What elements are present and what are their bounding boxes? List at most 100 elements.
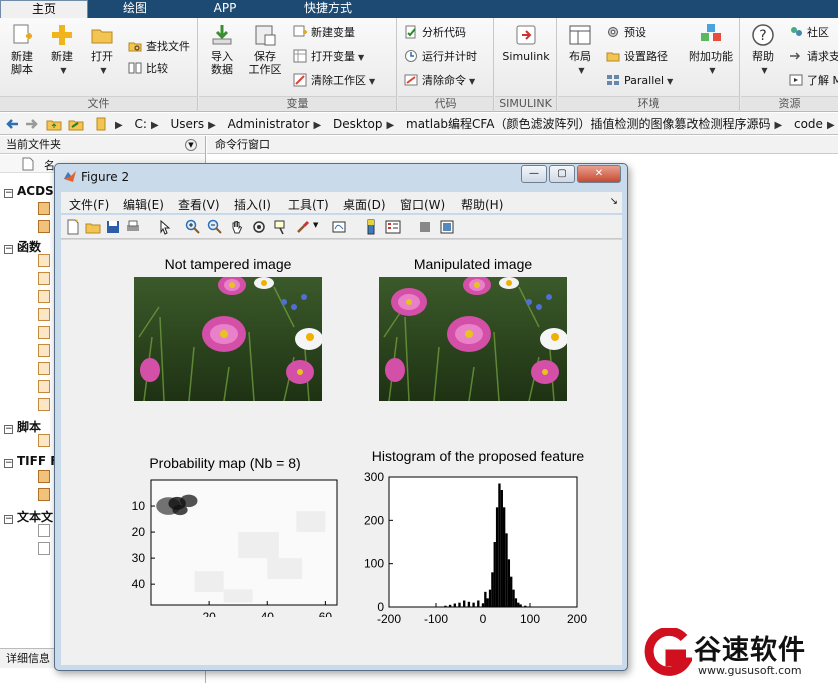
back-arrow-icon[interactable]	[4, 116, 20, 132]
up-folder-icon[interactable]	[46, 116, 62, 132]
clear-workspace-button[interactable]: 清除工作区 ▼	[293, 72, 375, 90]
request-support-button[interactable]: 请求支	[789, 48, 838, 66]
histogram-bar	[507, 559, 511, 607]
close-button[interactable]: ✕	[577, 165, 621, 183]
layout-button[interactable]: 布局 ▼	[562, 22, 598, 77]
m-file-icon[interactable]	[38, 326, 50, 339]
m-file-icon[interactable]	[38, 254, 50, 267]
brush-icon[interactable]	[295, 219, 311, 235]
community-button[interactable]: 社区	[789, 24, 829, 42]
new-script-button[interactable]: 新建 脚本	[4, 22, 40, 76]
open-button[interactable]: 打开 ▼	[84, 22, 120, 77]
m-file-icon[interactable]	[38, 398, 50, 411]
panel-menu-icon[interactable]: ▼	[185, 139, 197, 151]
compare-button[interactable]: 比较	[128, 60, 168, 78]
import-data-button[interactable]: 导入 数据	[205, 22, 239, 76]
pan-hand-icon[interactable]	[229, 219, 245, 235]
tab-shortcuts[interactable]: 快捷方式	[282, 0, 374, 18]
m-file-icon[interactable]	[38, 272, 50, 285]
print-icon[interactable]	[125, 219, 141, 235]
image-file-icon[interactable]	[38, 488, 50, 501]
text-file-icon[interactable]	[38, 524, 50, 537]
menu-window[interactable]: 窗口(W)	[400, 196, 445, 213]
open-file-icon[interactable]	[85, 219, 101, 235]
histogram-bar	[519, 604, 522, 607]
rotate-3d-icon[interactable]	[251, 219, 267, 235]
menu-desktop[interactable]: 桌面(D)	[343, 196, 386, 213]
manipulated-flower-image	[379, 277, 567, 401]
m-file-icon[interactable]	[38, 290, 50, 303]
breadcrumb-item[interactable]: Desktop	[333, 117, 383, 131]
set-path-button[interactable]: 设置路径	[606, 48, 668, 66]
menu-view[interactable]: 查看(V)	[178, 196, 220, 213]
figure-title-bar[interactable]: Figure 2	[63, 168, 129, 186]
menu-tools[interactable]: 工具(T)	[288, 196, 329, 213]
plus-icon	[52, 25, 72, 45]
save-icon[interactable]	[105, 219, 121, 235]
clear-commands-button[interactable]: 清除命令 ▼	[404, 72, 475, 90]
preferences-button[interactable]: 预设	[606, 24, 646, 42]
menu-edit[interactable]: 编辑(E)	[123, 196, 164, 213]
support-icon	[790, 52, 801, 60]
data-cursor-icon[interactable]	[273, 219, 289, 235]
zoom-in-icon[interactable]	[185, 219, 201, 235]
minimize-button[interactable]: —	[521, 165, 547, 183]
histogram-bar	[444, 605, 447, 607]
tree-section-functions[interactable]: − 函数	[4, 238, 41, 255]
run-and-time-button[interactable]: 运行并计时	[404, 48, 477, 66]
save-workspace-button[interactable]: 保存 工作区	[245, 22, 285, 76]
text-file-icon[interactable]	[38, 542, 50, 555]
zoom-out-icon[interactable]	[207, 219, 223, 235]
help-button[interactable]: ? 帮助 ▼	[745, 22, 781, 77]
new-figure-icon[interactable]	[65, 219, 81, 235]
image-file-icon[interactable]	[38, 470, 50, 483]
file-icon[interactable]	[38, 202, 50, 215]
legend-icon[interactable]	[385, 219, 401, 235]
find-files-button[interactable]: 查找文件	[128, 38, 190, 56]
new-button[interactable]: 新建 ▼	[44, 22, 80, 77]
tree-section-text[interactable]: − 文本文	[4, 508, 53, 525]
menu-file[interactable]: 文件(F)	[69, 196, 109, 213]
link-plot-icon[interactable]	[331, 219, 347, 235]
menu-dock-arrow-icon[interactable]: ↘	[610, 196, 618, 207]
addons-button[interactable]: 附加功能 ▼	[686, 22, 736, 77]
forward-arrow-icon[interactable]	[24, 116, 40, 132]
menu-help[interactable]: 帮助(H)	[461, 196, 503, 213]
tree-section-scripts[interactable]: − 脚本	[4, 418, 41, 435]
tab-home[interactable]: 主页	[0, 0, 88, 18]
tree-section-acds[interactable]: − ACDS	[4, 184, 54, 198]
figure-title: Figure 2	[81, 170, 130, 184]
breadcrumb-item[interactable]: Administrator	[228, 117, 310, 131]
browse-folder-icon[interactable]	[68, 116, 84, 132]
tab-apps[interactable]: APP	[186, 0, 264, 18]
tree-section-tiff[interactable]: − TIFF F	[4, 454, 58, 468]
m-file-icon[interactable]	[38, 362, 50, 375]
brush-dropdown-icon[interactable]: ▼	[313, 221, 318, 229]
hide-plot-tools-icon[interactable]	[417, 219, 433, 235]
breadcrumb-item[interactable]: code	[794, 117, 823, 131]
gear-icon	[608, 27, 618, 37]
file-icon[interactable]	[38, 220, 50, 233]
new-variable-button[interactable]: 新建变量	[293, 24, 355, 42]
open-variable-button[interactable]: 打开变量 ▼	[293, 48, 364, 66]
y-tick-label: 20	[132, 525, 146, 539]
simulink-button[interactable]: Simulink	[499, 22, 553, 63]
parallel-button[interactable]: Parallel ▼	[606, 72, 673, 90]
breadcrumb-item[interactable]: C:	[135, 117, 147, 131]
learn-matlab-button[interactable]: 了解 M	[789, 72, 838, 90]
analyze-code-button[interactable]: 分析代码	[404, 24, 466, 42]
breadcrumb-item[interactable]: Users	[170, 117, 204, 131]
tab-plots[interactable]: 绘图	[96, 0, 174, 18]
show-plot-tools-icon[interactable]	[439, 219, 455, 235]
breadcrumb-item[interactable]: matlab编程CFA（颜色滤波阵列）插值检测的图像篡改检测程序源码	[406, 117, 770, 131]
m-file-icon[interactable]	[38, 380, 50, 393]
select-pointer-icon[interactable]	[157, 219, 173, 235]
figure-canvas[interactable]: Not tampered image Manipulated image Pro…	[61, 240, 622, 665]
maximize-button[interactable]: ▢	[549, 165, 575, 183]
m-file-icon[interactable]	[38, 434, 50, 447]
menu-insert[interactable]: 插入(I)	[234, 196, 271, 213]
colorbar-icon[interactable]	[363, 219, 379, 235]
set-path-label: 设置路径	[624, 50, 668, 63]
m-file-icon[interactable]	[38, 344, 50, 357]
m-file-icon[interactable]	[38, 308, 50, 321]
